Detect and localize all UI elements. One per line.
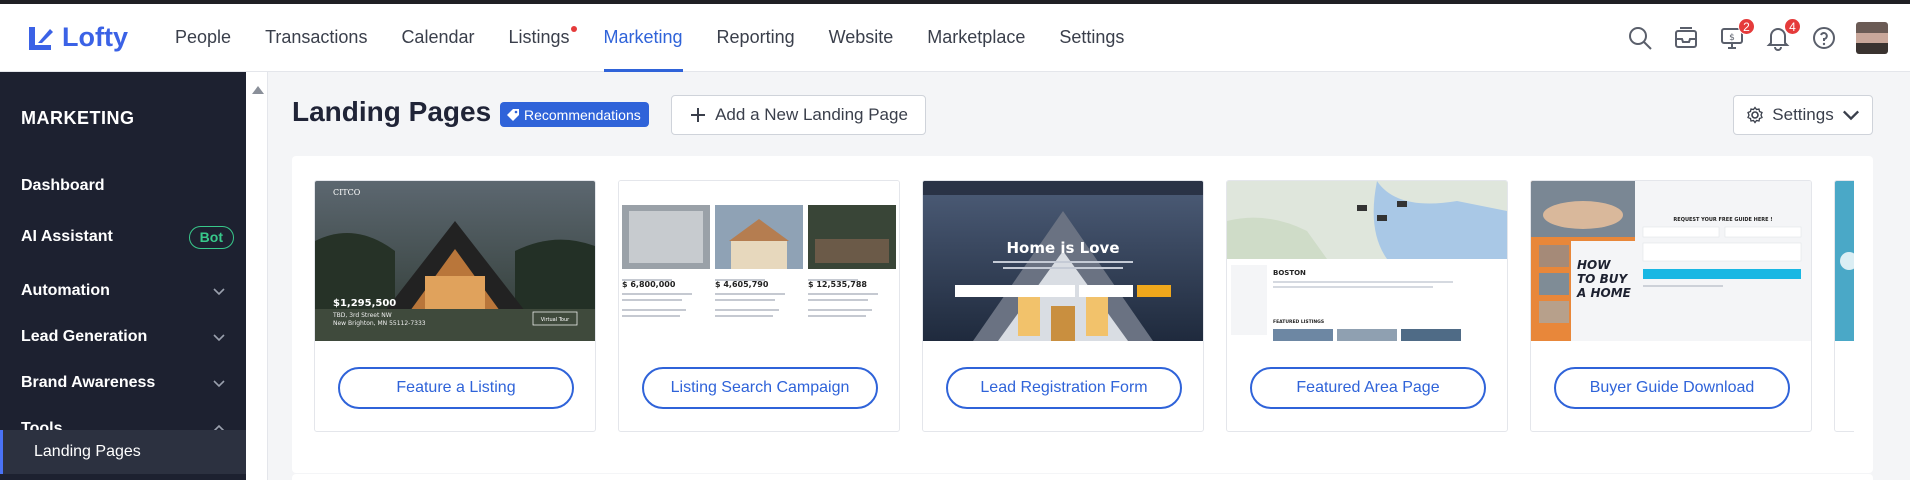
thumb-form-title: REQUEST YOUR FREE GUIDE HERE ! [1673,217,1772,223]
thumb-section: FEATURED LISTINGS [1273,319,1324,325]
listing-search-thumbnail: $ 6,800,000 $ 4,605,790 $ 12,535,788 [619,181,899,341]
svg-text:$: $ [1729,33,1735,43]
top-icons: $ 2 4 [1626,4,1888,72]
page-title: Landing Pages [292,96,492,127]
templates-panel: CITCO $1,295,500 TBD, 3rd Street NW New … [292,156,1873,473]
partial-card-thumbnail [1835,181,1854,341]
add-landing-page-label: Add a New Landing Page [715,105,908,124]
sidebar-scrollbar[interactable] [246,72,268,480]
nav-item-listings[interactable]: Listings [491,4,586,72]
nav-item-listings-label: Listings [508,27,570,47]
thumb-city: BOSTON [1273,269,1306,277]
thumb-headline: Home is Love [1007,239,1120,257]
sidebar-item-label: Automation [21,282,110,299]
sidebar-item-label: Dashboard [21,177,105,194]
lofty-logo-icon [29,26,53,50]
buyer-guide-thumbnail: HOW TO BUY A HOME REQUEST YOUR FREE GUID… [1531,181,1811,341]
nav-item-reporting[interactable]: Reporting [700,4,812,72]
nav-item-people[interactable]: People [158,4,248,72]
inbox-count-badge: 2 [1738,18,1755,35]
thumb-price-3: $ 12,535,788 [808,280,867,289]
main-nav: People Transactions Calendar Listings Ma… [158,4,1141,72]
recommendations-label: Recommendations [524,106,641,123]
lead-registration-thumbnail: Home is Love [923,181,1203,341]
listings-new-dot [570,26,577,32]
thumb-price-2: $ 4,605,790 [715,280,769,289]
help-icon[interactable] [1810,24,1838,52]
settings-label: Settings [1772,105,1834,124]
plus-icon [691,108,706,122]
sidebar-item-brand-awareness[interactable]: Brand Awareness [0,361,246,405]
thumb-title-line-1: HOW [1577,258,1611,272]
sidebar-item-automation[interactable]: Automation [0,269,246,313]
listing-search-campaign-button[interactable]: Listing Search Campaign [642,367,878,409]
nav-item-website[interactable]: Website [812,4,911,72]
thumb-cta: Virtual Tour [541,317,570,323]
app-logo[interactable]: Lofty [26,22,128,53]
template-card-listing-search[interactable]: $ 6,800,000 $ 4,605,790 $ 12,535,788 Lis… [618,180,900,432]
template-card-buyer-guide[interactable]: HOW TO BUY A HOME REQUEST YOUR FREE GUID… [1530,180,1812,432]
nav-item-transactions[interactable]: Transactions [248,4,384,72]
thumb-address-line-1: TBD, 3rd Street NW [332,312,392,319]
scroll-up-arrow-icon[interactable] [252,86,264,94]
template-card-feature-listing[interactable]: CITCO $1,295,500 TBD, 3rd Street NW New … [314,180,596,432]
sidebar-item-label: Lead Generation [21,328,148,345]
chevron-down-icon [1842,110,1859,121]
template-card-featured-area[interactable]: BOSTON FEATURED LISTINGS Featured Area P… [1226,180,1508,432]
feature-listing-thumbnail: CITCO $1,295,500 TBD, 3rd Street NW New … [315,181,595,341]
lead-registration-form-button[interactable]: Lead Registration Form [946,367,1182,409]
thumb-price-1: $ 6,800,000 [622,280,676,289]
thumb-address-line-2: New Brighton, MN 55112-7333 [333,320,426,327]
inbox-tray-icon[interactable] [1672,24,1700,52]
featured-area-page-button[interactable]: Featured Area Page [1250,367,1486,409]
template-carousel: CITCO $1,295,500 TBD, 3rd Street NW New … [314,180,1854,432]
sidebar-item-label: Brand Awareness [21,374,156,391]
tag-icon [507,108,519,121]
settings-dropdown-button[interactable]: Settings [1733,95,1873,135]
thumb-brand: CITCO [333,188,361,197]
bell-icon[interactable]: 4 [1764,18,1801,52]
buyer-guide-download-button[interactable]: Buyer Guide Download [1554,367,1790,409]
user-avatar[interactable] [1856,22,1888,54]
top-navigation-bar: Lofty People Transactions Calendar Listi… [0,0,1910,72]
nav-item-calendar[interactable]: Calendar [384,4,491,72]
sidebar: MARKETING Dashboard AI Assistant Bot Aut… [0,72,246,480]
sidebar-item-ai-assistant[interactable]: AI Assistant Bot [0,215,246,259]
sidebar-title: MARKETING [21,108,135,128]
chevron-down-icon [213,334,225,342]
second-panel [292,474,1873,480]
chevron-down-icon [213,380,225,388]
sidebar-item-lead-generation[interactable]: Lead Generation [0,315,246,359]
feature-a-listing-button[interactable]: Feature a Listing [338,367,574,409]
notification-count-badge: 4 [1784,18,1801,35]
thumb-title-line-3: A HOME [1576,286,1632,300]
template-card-partial[interactable] [1834,180,1854,432]
gear-icon [1747,106,1764,124]
sidebar-subitem-label: Landing Pages [34,443,141,460]
thumb-title-line-2: TO BUY [1577,272,1628,286]
bot-badge: Bot [188,226,234,249]
chevron-down-icon [213,288,225,296]
add-landing-page-button[interactable]: Add a New Landing Page [671,95,926,135]
sidebar-subitem-landing-pages[interactable]: Landing Pages [0,430,246,474]
featured-area-thumbnail: BOSTON FEATURED LISTINGS [1227,181,1507,341]
nav-item-marketing[interactable]: Marketing [587,4,700,72]
search-icon[interactable] [1626,24,1654,52]
nav-item-settings[interactable]: Settings [1042,4,1141,72]
thumb-price: $1,295,500 [333,298,396,309]
recommendations-badge[interactable]: Recommendations [500,102,649,127]
logo-text: Lofty [62,22,128,52]
sidebar-item-dashboard[interactable]: Dashboard [0,164,246,208]
monitor-dollar-icon[interactable]: $ 2 [1718,18,1755,52]
template-card-lead-registration[interactable]: Home is Love Lead Registration Form [922,180,1204,432]
sidebar-item-label: AI Assistant [21,228,113,245]
nav-item-marketplace[interactable]: Marketplace [910,4,1042,72]
